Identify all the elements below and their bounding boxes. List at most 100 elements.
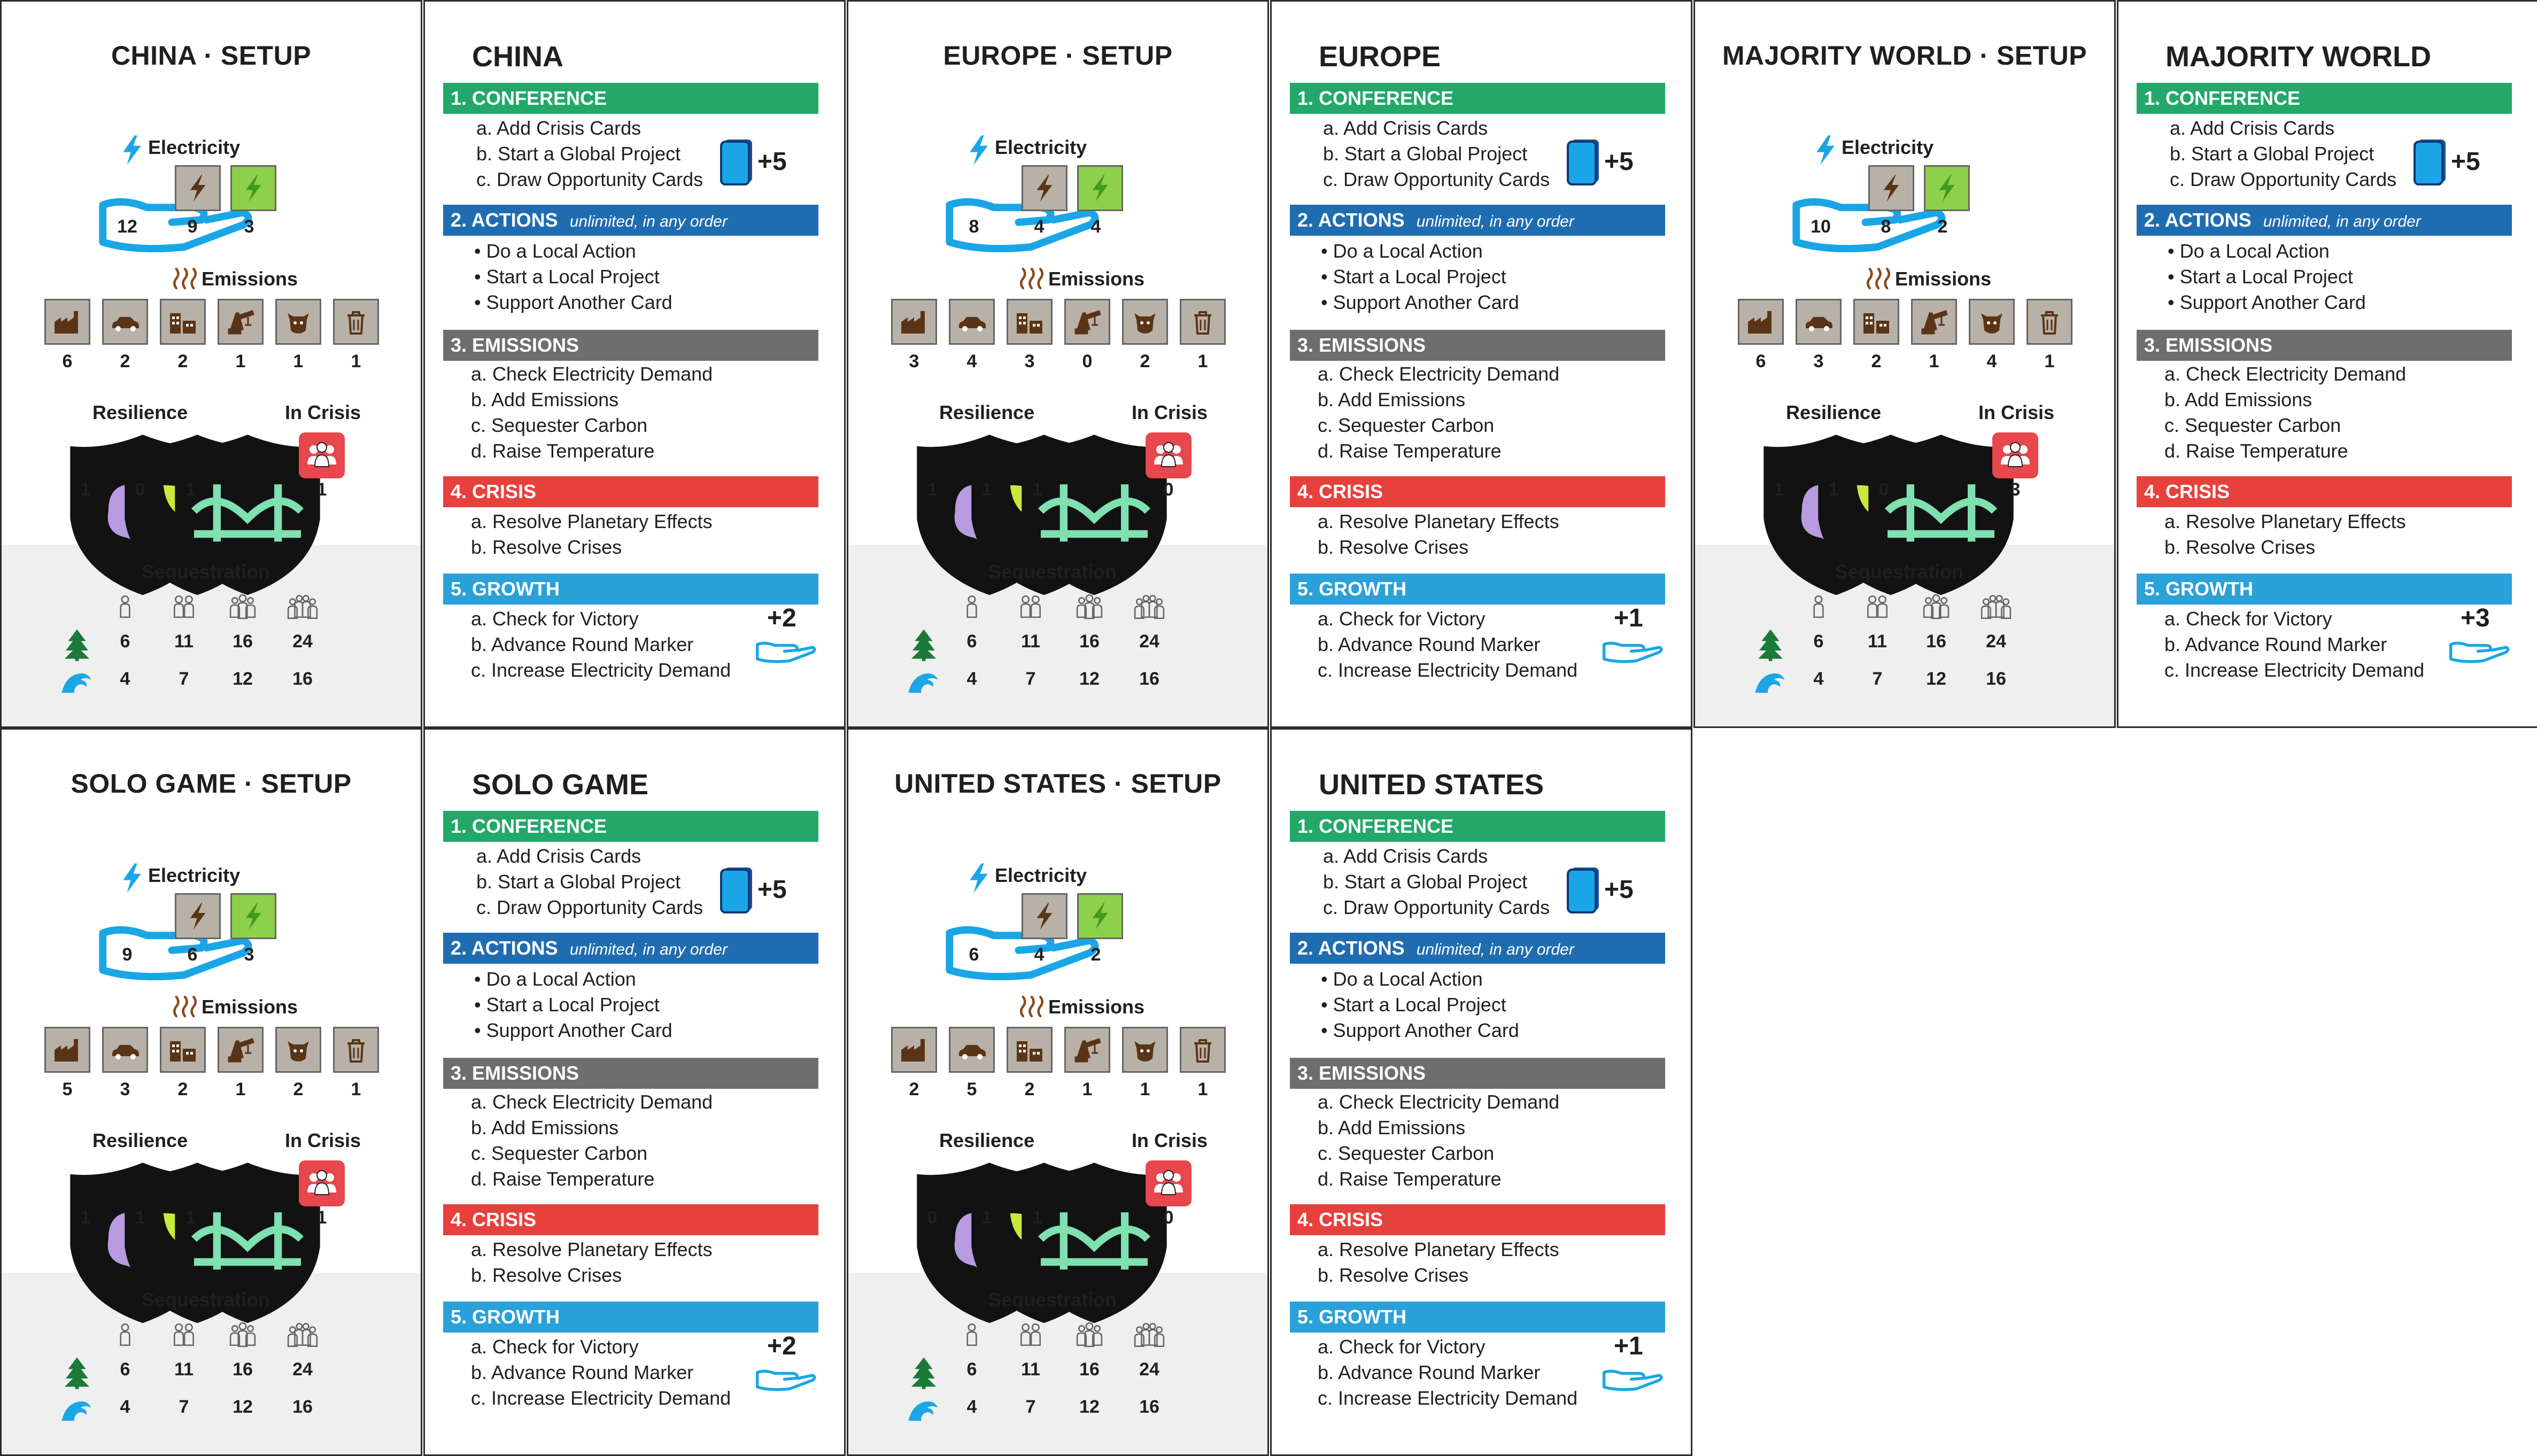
phase-step: • Do a Local Action [474,968,636,990]
car-icon [102,299,148,345]
wave-sequestration-value: 16 [1139,669,1159,689]
phase-step: b. Add Emissions [2164,389,2312,411]
setup-title: UNITED STATES · SETUP [894,769,1221,799]
phase-step: • Start a Local Project [1321,266,1506,288]
phase-emissions-header: 3. EMISSIONS [443,1058,818,1089]
phase-step: c. Sequester Carbon [471,1142,648,1164]
in-crisis-label: In Crisis [1978,401,2055,423]
conference-bonus: +5 [1604,876,1634,904]
setup-card: UNITED STATES · SETUP Electricity 6 4 2 Emiss… [847,728,1269,1456]
emissions-value: 6 [1755,351,1766,371]
electricity-label: Electricity [148,136,241,158]
phase-growth-header: 5. GROWTH [443,1302,818,1333]
phase-growth-header: 5. GROWTH [1290,1302,1665,1333]
electricity-bolt-icon [118,134,146,166]
phase-step: a. Check Electricity Demand [2164,363,2407,385]
phase-conference-header: 1. CONFERENCE [1290,83,1665,114]
growth-bonus: +1 [1614,604,1643,632]
phase-growth-header: 5. GROWTH [443,574,818,605]
wave-sequestration-value: 4 [120,669,130,689]
wave-sequestration-value: 7 [1025,669,1036,689]
phase-step: d. Raise Temperature [1318,440,1502,462]
population-1-icon [955,1321,988,1349]
phase-step: a. Check for Victory [471,1336,639,1358]
emissions-label: Emissions [1048,268,1145,290]
population-4-icon [286,593,319,621]
sequestration-label: Sequestration [142,1289,270,1311]
population-3-icon [1073,1321,1106,1349]
population-2-icon [1014,1321,1047,1349]
ocean-wave-icon [906,1392,941,1424]
phase-step: b. Advance Round Marker [471,633,694,655]
emissions-label: Emissions [1895,268,1992,290]
tree-sequestration-value: 24 [292,631,313,652]
crisis-people-icon [1146,432,1192,478]
wave-sequestration-value: 16 [1139,1397,1159,1417]
phase-actions-header: 2. ACTIONS unlimited, in any order [1290,205,1665,236]
turn-card-title: UNITED STATES [1319,769,1544,801]
emissions-value: 2 [1024,1079,1035,1099]
population-3-icon [226,1321,259,1349]
emissions-value: 5 [62,1079,73,1099]
phase-step: a. Add Crisis Cards [1323,117,1488,139]
growth-bonus: +3 [2461,604,2490,632]
electricity-value: 8 [969,216,979,237]
tree-sequestration-value: 24 [292,1359,313,1380]
turn-order-card: UNITED STATES 1. CONFERENCE a. Add Crisis … [1270,728,1692,1456]
phase-subtitle: unlimited, in any order [569,213,728,230]
conference-bonus: +5 [2451,148,2480,176]
resilience-value: 1 [80,479,91,500]
tree-sequestration-value: 11 [174,631,194,652]
phase-actions-header: 2. ACTIONS unlimited, in any order [443,205,818,236]
emissions-value: 3 [909,351,919,371]
population-2-icon [1014,593,1047,621]
buildings-icon [1007,299,1053,345]
emissions-value: 1 [1929,351,1939,371]
factory-icon [891,299,937,345]
card-sheet: CHINA · SETUP Electricity 12 9 3 Emissions 6 2 2… [0,0,2537,1456]
phase-title: 3. EMISSIONS [1297,1062,1426,1084]
ocean-wave-icon [906,664,941,696]
phase-title: 3. EMISSIONS [451,1062,579,1084]
car-icon [1796,299,1842,345]
renewable-power-tile-icon [1077,893,1123,939]
phase-title: 2. ACTIONS [1297,937,1405,959]
phase-step: • Support Another Card [474,1019,672,1041]
heat-icon [171,267,199,291]
phase-title: 2. ACTIONS [2144,209,2252,231]
car-icon [102,1027,148,1073]
phase-step: a. Check Electricity Demand [471,1091,713,1113]
opportunity-card-icon [718,865,756,917]
opportunity-card-icon [1565,137,1603,189]
emissions-value: 2 [1871,351,1882,371]
phase-crisis-header: 4. CRISIS [443,476,818,507]
turn-order-card: CHINA 1. CONFERENCE a. Add Crisis Cards b. … [423,0,846,728]
oil-rig-icon [218,299,264,345]
phase-title: 3. EMISSIONS [451,334,579,356]
phase-subtitle: unlimited, in any order [1416,941,1574,958]
in-crisis-value: 0 [1163,479,1174,500]
tree-sequestration-value: 6 [966,631,977,652]
crisis-people-icon [299,432,345,478]
phase-step: c. Increase Electricity Demand [1318,1387,1578,1409]
factory-icon [44,1027,90,1073]
resilience-value: 1 [1032,479,1042,500]
emissions-value: 0 [1082,351,1093,371]
sequestration-label: Sequestration [988,561,1117,583]
phase-step: a. Add Crisis Cards [2170,117,2335,139]
heat-icon [171,995,199,1019]
growth-bonus: +2 [767,604,796,632]
electricity-value: 3 [244,944,254,965]
phase-step: c. Draw Opportunity Cards [476,168,703,190]
phase-step: b. Start a Global Project [2170,143,2374,165]
emissions-value: 5 [966,1079,977,1099]
tree-sequestration-value: 6 [966,1359,977,1380]
phase-step: d. Raise Temperature [1318,1168,1502,1190]
population-1-icon [955,593,988,621]
setup-title: EUROPE · SETUP [943,41,1173,71]
heat-icon [1864,267,1893,291]
tree-sequestration-value: 24 [1986,631,2006,652]
phase-title: 4. CRISIS [2144,481,2230,502]
phase-step: c. Increase Electricity Demand [471,1387,731,1409]
emissions-value: 1 [2044,351,2055,371]
